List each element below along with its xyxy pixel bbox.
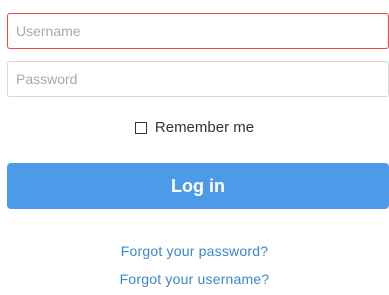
forgot-password-link[interactable]: Forgot your password?: [0, 243, 389, 259]
remember-me-checkbox[interactable]: [134, 121, 147, 134]
login-form: Remember me Log in Forgot your password?…: [0, 0, 389, 295]
remember-me-row[interactable]: Remember me: [0, 119, 389, 136]
remember-me-label: Remember me: [154, 119, 255, 136]
username-input[interactable]: [7, 13, 389, 49]
password-input[interactable]: [7, 61, 389, 97]
login-button[interactable]: Log in: [7, 163, 389, 209]
forgot-username-link[interactable]: Forgot your username?: [0, 271, 389, 287]
